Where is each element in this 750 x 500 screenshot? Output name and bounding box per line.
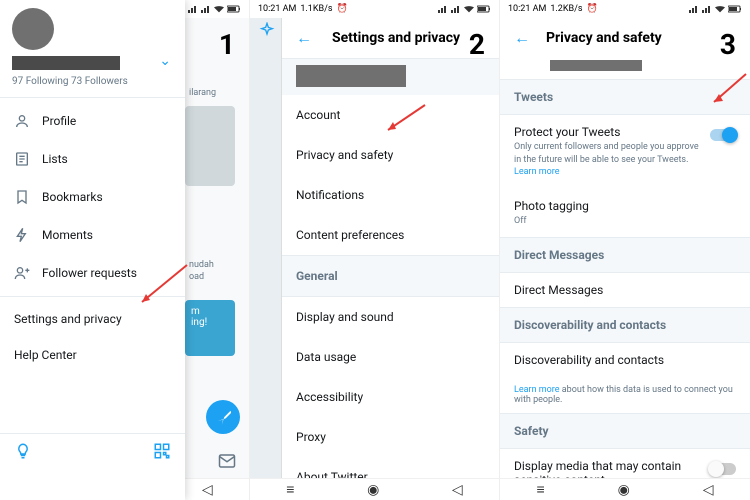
drawer-label: Bookmarks [42,190,103,204]
page-title: Settings and privacy [332,30,460,46]
background-sliver [250,18,282,478]
background-dimmed: ilarang nudah oad ming! [185,18,250,478]
item-label: Protect your Tweets [514,125,736,139]
item-label: Discoverability and contacts [514,353,736,367]
item-data-usage[interactable]: Data usage [282,337,499,377]
avatar[interactable] [12,8,54,50]
section-general: General [282,255,499,297]
annotation-arrow [132,260,192,310]
step-number: 1 [219,28,235,61]
bg-card-blue: ming! [185,300,235,356]
phone-2: 10:21 AM 1.1KB/s ⏰ 2 ← Settings and priv… [250,0,500,500]
step-number: 2 [469,28,485,61]
phone-1: 10:20 AM 1.5KB/s ⏰ 1 ilarang nudah oad m… [0,0,250,500]
drawer-label: Moments [42,228,93,242]
item-about-twitter[interactable]: About Twitter [282,457,499,478]
item-accessibility[interactable]: Accessibility [282,377,499,417]
status-icons [188,5,241,13]
header: ← Privacy and safety [500,18,750,58]
item-display-sound[interactable]: Display and sound [282,297,499,337]
username-redacted [550,60,642,71]
drawer-label: Follower requests [42,266,137,280]
nav-home-icon[interactable]: ◉ [367,482,379,498]
nav-menu-icon[interactable]: ≡ [286,481,294,498]
page-title: Privacy and safety [546,30,662,46]
section-dm: Direct Messages [500,237,750,273]
drawer-item-lists[interactable]: Lists [0,140,185,178]
account-switcher-chevron[interactable]: ⌄ [159,53,171,69]
drawer-item-profile[interactable]: Profile [0,102,185,140]
back-button[interactable]: ← [514,28,530,48]
section-safety: Safety [500,413,750,449]
item-photo-tagging[interactable]: Photo tagging Off [500,189,750,238]
follow-stats[interactable]: 97 Following 73 Followers [0,72,185,98]
item-privacy-safety[interactable]: Privacy and safety [282,135,499,175]
status-icons [689,5,742,13]
drawer-label: Profile [42,114,76,128]
learn-more-link[interactable]: Learn more [514,385,560,395]
step-number: 3 [720,28,736,61]
username-redacted [296,65,406,87]
settings-panel: ← Settings and privacy Account Privacy a… [282,18,499,478]
item-sensitive-media[interactable]: Display media that may contain sensitive… [500,449,750,478]
username-redacted [12,56,120,70]
item-notifications[interactable]: Notifications [282,175,499,215]
toggle-switch[interactable] [710,463,736,475]
item-protect-tweets[interactable]: Protect your Tweets Only current followe… [500,115,750,189]
item-sublabel: Off [514,215,736,228]
item-label: Direct Messages [514,283,736,297]
item-label: Photo tagging [514,199,736,213]
item-discoverability[interactable]: Discoverability and contacts [500,343,750,377]
nav-menu-icon[interactable]: ≡ [536,481,544,498]
bulb-icon[interactable] [14,442,32,464]
section-discoverability: Discoverability and contacts [500,307,750,343]
status-bar: 10:21 AM 1.2KB/s ⏰ [500,0,750,18]
item-content-preferences[interactable]: Content preferences [282,215,499,255]
profile-icon [14,113,30,129]
follower-requests-icon [14,265,30,281]
learn-more-link[interactable]: Learn more [514,167,560,177]
drawer-item-bookmarks[interactable]: Bookmarks [0,178,185,216]
bg-card [185,106,235,186]
phone-3: 10:21 AM 1.2KB/s ⏰ 3 ← Privacy and safet… [500,0,750,500]
nav-back-icon[interactable]: ◁ [202,482,213,498]
item-proxy[interactable]: Proxy [282,417,499,457]
nav-back-icon[interactable]: ◁ [703,482,714,498]
item-direct-messages[interactable]: Direct Messages [500,273,750,307]
android-nav-bar: ≡ ◉ ◁ [250,478,499,500]
item-label: Display media that may contain sensitive… [514,459,736,478]
moments-icon [14,227,30,243]
bookmark-icon [14,189,30,205]
nav-drawer: ⌄ 97 Following 73 Followers Profile List… [0,0,185,500]
compose-fab[interactable] [206,400,240,434]
header: ← Settings and privacy [282,18,499,59]
sparkle-icon[interactable] [259,22,275,42]
qr-icon[interactable] [153,442,171,464]
alarm-icon: ⏰ [336,4,347,14]
annotation-arrow [708,72,748,112]
nav-home-icon[interactable]: ◉ [618,482,630,498]
item-sublabel: Only current followers and people you ap… [514,141,736,179]
lists-icon [14,151,30,167]
back-button[interactable]: ← [296,28,312,48]
status-bar: 10:21 AM 1.1KB/s ⏰ [250,0,499,18]
status-time: 10:21 AM [258,4,296,14]
mail-icon[interactable] [218,452,236,474]
status-speed: 1.1KB/s [300,4,332,14]
nav-back-icon[interactable]: ◁ [452,482,463,498]
alarm-icon: ⏰ [586,4,597,14]
drawer-label: Lists [42,152,68,166]
android-nav-bar: ≡ ◉ ◁ [500,478,750,500]
status-speed: 1.2KB/s [550,4,582,14]
status-time: 10:21 AM [508,4,546,14]
discoverability-note: Learn more about how this data is used t… [500,377,750,413]
annotation-arrow [380,100,430,140]
drawer-item-help[interactable]: Help Center [0,337,185,373]
drawer-item-moments[interactable]: Moments [0,216,185,254]
toggle-switch[interactable] [710,129,736,141]
status-icons [438,5,491,13]
